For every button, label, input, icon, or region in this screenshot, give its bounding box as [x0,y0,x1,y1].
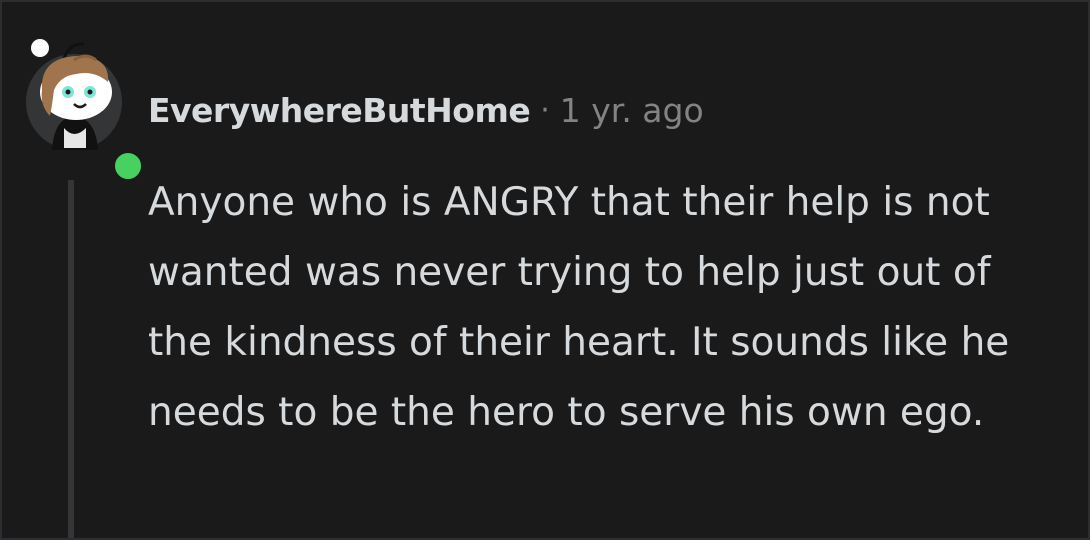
thread-collapse-line[interactable] [68,180,74,538]
comment-author-link[interactable]: EverywhereButHome [148,91,531,130]
comment-body-text: Anyone who is ANGRY that their help is n… [148,180,1010,435]
comment-header: EverywhereButHome · 1 yr. ago [148,86,704,134]
comment-timestamp-link[interactable]: 1 yr. ago [560,91,704,130]
user-avatar-icon[interactable] [24,30,144,182]
comment-card: EverywhereButHome · 1 yr. ago Anyone who… [0,0,1090,540]
meta-separator: · [540,92,550,128]
online-status-icon [112,150,144,182]
